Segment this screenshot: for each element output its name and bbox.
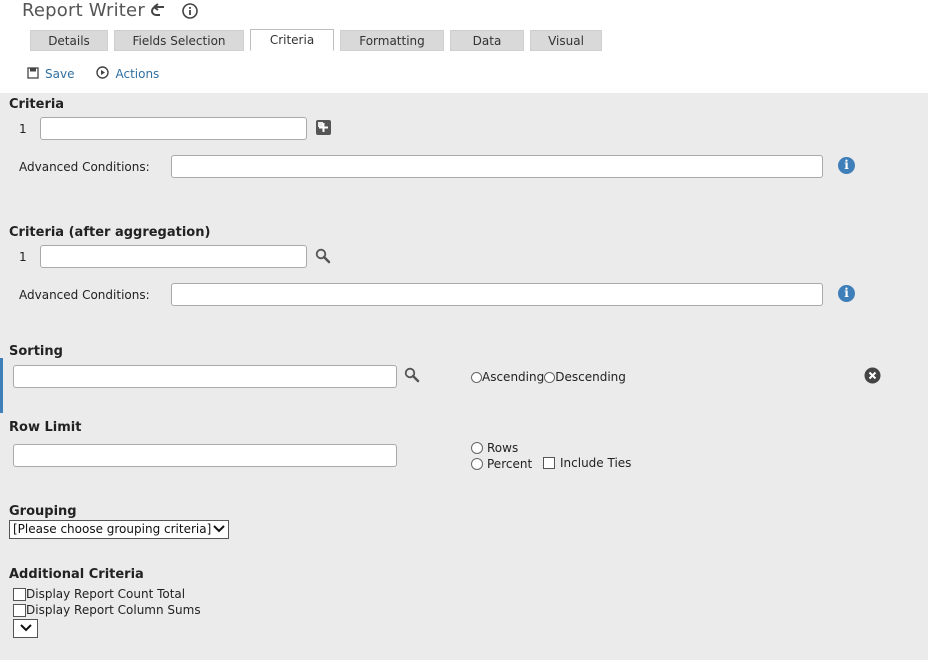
- tab-criteria[interactable]: Criteria: [250, 29, 334, 51]
- additional-select[interactable]: [13, 619, 38, 638]
- criteria-section-title: Criteria: [9, 97, 65, 112]
- count-total-label: Display Report Count Total: [26, 587, 186, 601]
- criteria-input[interactable]: [40, 117, 307, 140]
- count-total-option: Display Report Count Total: [13, 587, 185, 601]
- column-sums-option: Display Report Column Sums: [13, 603, 201, 617]
- add-criteria-icon[interactable]: [316, 120, 331, 138]
- advanced-conditions-agg-label: Advanced Conditions:: [19, 288, 150, 302]
- include-ties-option: Include Ties: [543, 456, 631, 470]
- sorting-input[interactable]: [13, 365, 397, 388]
- save-icon: [27, 66, 39, 82]
- play-circle-icon: [96, 66, 110, 82]
- chevron-down-icon: [213, 521, 225, 538]
- criteria-agg-section-title: Criteria (after aggregation): [9, 225, 211, 240]
- page-title: Report Writer: [22, 0, 145, 21]
- sorting-search-icon[interactable]: [404, 367, 420, 386]
- column-sums-label: Display Report Column Sums: [26, 603, 201, 617]
- info-icon[interactable]: i: [838, 285, 855, 302]
- include-ties-checkbox[interactable]: [543, 457, 555, 469]
- column-sums-checkbox[interactable]: [13, 603, 26, 617]
- toolbar: Save Actions: [27, 66, 159, 82]
- include-ties-label: Include Ties: [560, 456, 632, 470]
- actions-label: Actions: [115, 67, 160, 81]
- rows-option: Rows: [471, 441, 518, 455]
- search-icon[interactable]: [315, 248, 331, 267]
- actions-button[interactable]: Actions: [96, 66, 159, 82]
- additional-criteria-section-title: Additional Criteria: [9, 567, 144, 582]
- descending-label: Descending: [555, 370, 626, 384]
- grouping-section-title: Grouping: [9, 504, 77, 519]
- tab-bar: Details Fields Selection Criteria Format…: [30, 29, 602, 51]
- advanced-conditions-input[interactable]: [171, 155, 823, 178]
- save-button[interactable]: Save: [27, 66, 75, 82]
- tab-fields-selection[interactable]: Fields Selection: [114, 30, 244, 51]
- percent-radio[interactable]: [471, 458, 483, 470]
- criteria-agg-input[interactable]: [40, 245, 307, 268]
- save-label: Save: [45, 67, 75, 81]
- collapsed-sidebar-handle[interactable]: [0, 358, 3, 413]
- ascending-radio[interactable]: [471, 371, 482, 383]
- advanced-conditions-agg-input[interactable]: [171, 283, 823, 306]
- info-icon[interactable]: i: [838, 157, 855, 174]
- ascending-label: Ascending: [482, 370, 545, 384]
- advanced-conditions-label: Advanced Conditions:: [19, 160, 150, 174]
- tab-details[interactable]: Details: [30, 30, 108, 51]
- title-icons: [150, 3, 198, 19]
- tab-visual[interactable]: Visual: [530, 30, 602, 51]
- sorting-section-title: Sorting: [9, 344, 63, 359]
- count-total-checkbox[interactable]: [13, 587, 26, 601]
- criteria-row-number: 1: [19, 122, 27, 136]
- criteria-agg-row-number: 1: [19, 250, 27, 264]
- info-circle-icon[interactable]: [182, 3, 198, 19]
- rows-label: Rows: [487, 441, 519, 455]
- sort-order-group: Ascending Descending: [471, 370, 626, 384]
- tab-formatting[interactable]: Formatting: [340, 30, 444, 51]
- grouping-selected-value: [Please choose grouping criteria]: [13, 522, 212, 536]
- chevron-down-icon: [19, 620, 32, 637]
- row-limit-input[interactable]: [13, 444, 397, 467]
- descending-radio[interactable]: [544, 371, 556, 383]
- percent-label: Percent: [487, 457, 533, 471]
- percent-option: Percent: [471, 457, 532, 471]
- undo-icon[interactable]: [150, 3, 168, 19]
- row-limit-section-title: Row Limit: [9, 420, 82, 435]
- tab-data[interactable]: Data: [450, 30, 524, 51]
- grouping-select[interactable]: [Please choose grouping criteria]: [9, 520, 229, 539]
- rows-radio[interactable]: [471, 442, 483, 454]
- clear-sorting-icon[interactable]: [864, 367, 881, 387]
